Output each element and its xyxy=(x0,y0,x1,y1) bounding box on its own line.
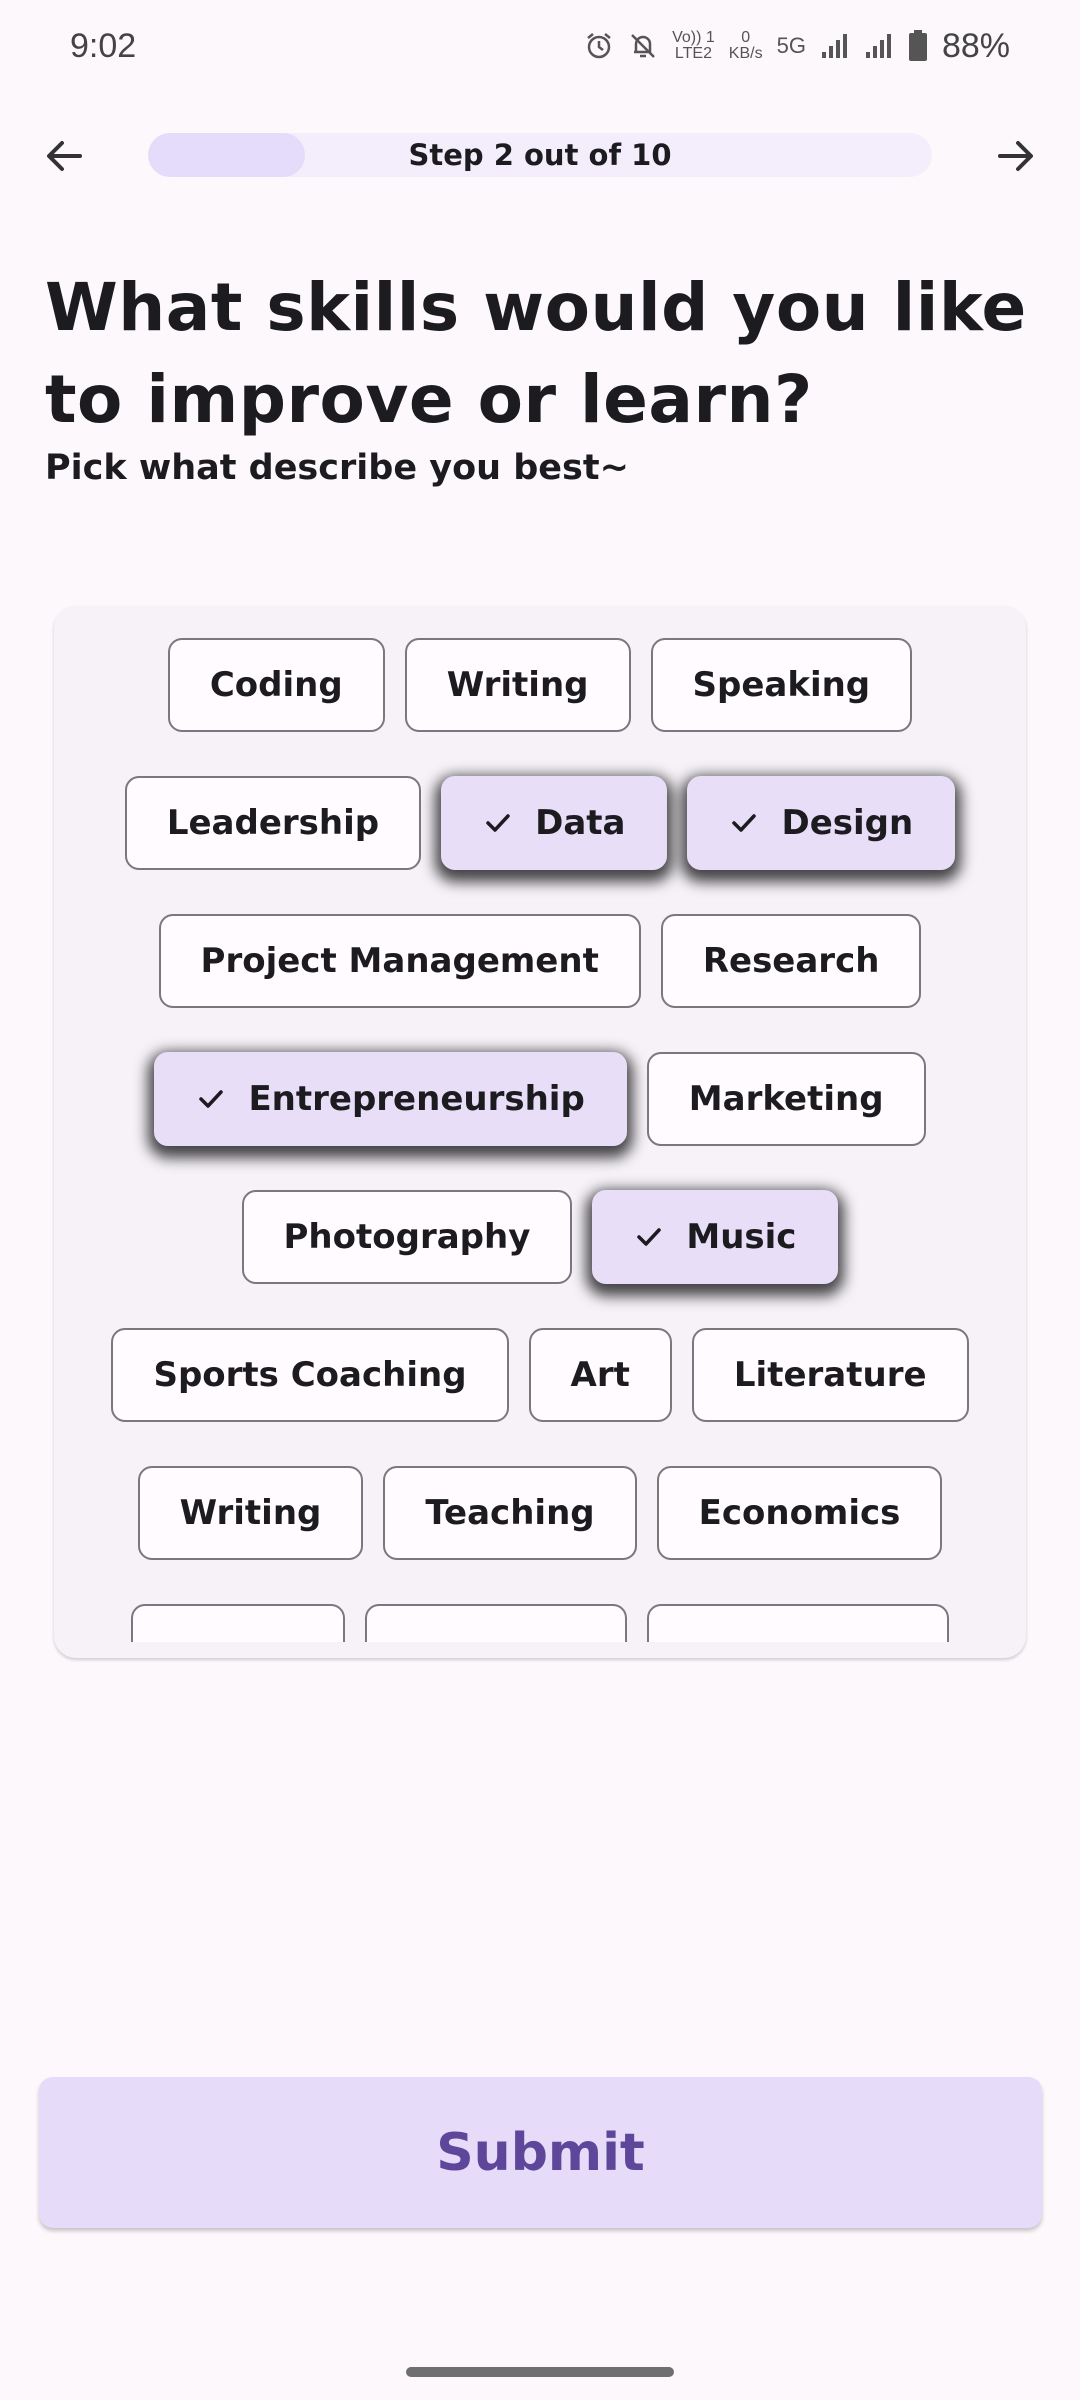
progress-label: Step 2 out of 10 xyxy=(408,138,672,172)
skill-chip-label: Research xyxy=(702,941,880,981)
check-icon xyxy=(634,1222,664,1252)
skill-chip[interactable] xyxy=(647,1604,949,1642)
signal-icon xyxy=(864,32,894,60)
status-time: 9:02 xyxy=(70,26,137,65)
arrow-right-icon xyxy=(998,141,1033,171)
chip-row: Entrepreneurship Marketing xyxy=(54,1052,1026,1146)
status-bar: 9:02 Vo)) 1 LTE2 0 KB/s 5G 88% xyxy=(0,0,1080,92)
skill-chip[interactable]: Entrepreneurship xyxy=(154,1052,627,1146)
back-button[interactable] xyxy=(36,128,92,184)
skill-chip[interactable]: Writing xyxy=(404,638,631,732)
skill-chip[interactable]: Photography xyxy=(241,1190,573,1284)
chip-row: Sports Coaching Art Literature xyxy=(54,1328,1026,1422)
skill-chip-label: Data xyxy=(535,803,626,843)
skill-chip[interactable] xyxy=(131,1604,345,1642)
net-speed-value: 0 xyxy=(741,29,751,46)
screen: 9:02 Vo)) 1 LTE2 0 KB/s 5G 88% Step 2 ou… xyxy=(0,0,1080,2400)
arrow-left-icon xyxy=(47,141,82,171)
chip-row: Leadership Data Design xyxy=(54,776,1026,870)
next-button[interactable] xyxy=(988,128,1044,184)
alarm-icon xyxy=(584,31,614,61)
skill-chip[interactable]: Project Management xyxy=(158,914,641,1008)
page-subtitle: Pick what describe you best~ xyxy=(45,448,629,488)
skill-chip[interactable]: Speaking xyxy=(650,638,913,732)
chip-row-partial xyxy=(54,1604,1026,1642)
skill-chip-label: Marketing xyxy=(688,1079,884,1119)
network-type: 5G xyxy=(776,33,806,58)
skill-chip[interactable]: Economics xyxy=(656,1466,943,1560)
net-speed: 0 KB/s xyxy=(729,30,763,62)
net-speed-unit: KB/s xyxy=(728,45,763,62)
skill-chip[interactable]: Marketing xyxy=(646,1052,926,1146)
skill-chip-label: Music xyxy=(686,1217,797,1257)
skill-chip-label: Entrepreneurship xyxy=(248,1079,585,1119)
skill-chip-label: Coding xyxy=(209,665,343,705)
skill-chip[interactable]: Music xyxy=(592,1190,839,1284)
chip-row: Writing Teaching Economics xyxy=(54,1466,1026,1560)
volte-bottom-text: LTE2 xyxy=(674,45,712,62)
page-title: What skills would you like to improve or… xyxy=(45,269,1027,438)
chip-row: Project Management Research xyxy=(54,914,1026,1008)
skill-chip[interactable]: Teaching xyxy=(383,1466,637,1560)
skill-chip-label: Writing xyxy=(179,1493,322,1533)
skill-chip-label: Leadership xyxy=(166,803,380,843)
battery-icon xyxy=(908,30,928,62)
skill-chip-label: Speaking xyxy=(692,665,871,705)
skill-chip[interactable]: Design xyxy=(687,776,956,870)
skill-chip-label: Photography xyxy=(283,1217,531,1257)
skill-chip[interactable]: Research xyxy=(660,914,922,1008)
skill-chip-label: Literature xyxy=(733,1355,927,1395)
skill-chip-label: Economics xyxy=(698,1493,901,1533)
skill-chip-label: Sports Coaching xyxy=(153,1355,467,1395)
skill-chip[interactable]: Sports Coaching xyxy=(111,1328,509,1422)
skill-chip[interactable]: Coding xyxy=(167,638,385,732)
status-icons: Vo)) 1 LTE2 0 KB/s 5G 88% xyxy=(584,27,1010,66)
chip-row: Photography Music xyxy=(54,1190,1026,1284)
skill-chip[interactable]: Data xyxy=(441,776,668,870)
mute-icon xyxy=(628,31,658,61)
chip-row: Coding Writing Speaking xyxy=(54,638,1026,732)
check-icon xyxy=(196,1084,226,1114)
volte-indicator: Vo)) 1 LTE2 xyxy=(672,30,715,62)
signal-icon xyxy=(820,32,850,60)
submit-button[interactable]: Submit xyxy=(39,2077,1042,2228)
check-icon xyxy=(729,808,759,838)
skill-chip-label: Teaching xyxy=(425,1493,595,1533)
step-progress-bar: Step 2 out of 10 xyxy=(148,133,932,177)
skills-chip-list[interactable]: Coding Writing Speaking Leadership Data Desig… xyxy=(54,638,1026,1642)
check-icon xyxy=(483,808,513,838)
skill-chip[interactable] xyxy=(365,1604,627,1642)
top-nav: Step 2 out of 10 xyxy=(0,120,1080,190)
skill-chip[interactable]: Writing xyxy=(137,1466,364,1560)
skills-card: Coding Writing Speaking Leadership Data Desig… xyxy=(54,606,1026,1658)
skill-chip-label: Art xyxy=(570,1355,630,1395)
battery-level: 88% xyxy=(941,26,1010,65)
skill-chip-label: Project Management xyxy=(200,941,599,981)
skill-chip[interactable]: Art xyxy=(528,1328,672,1422)
skill-chip[interactable]: Literature xyxy=(691,1328,969,1422)
volte-top-text: Vo)) 1 xyxy=(672,29,715,46)
skill-chip-label: Writing xyxy=(446,665,589,705)
skill-chip-label: Design xyxy=(781,803,914,843)
home-indicator[interactable] xyxy=(406,2367,674,2377)
skill-chip[interactable]: Leadership xyxy=(124,776,422,870)
